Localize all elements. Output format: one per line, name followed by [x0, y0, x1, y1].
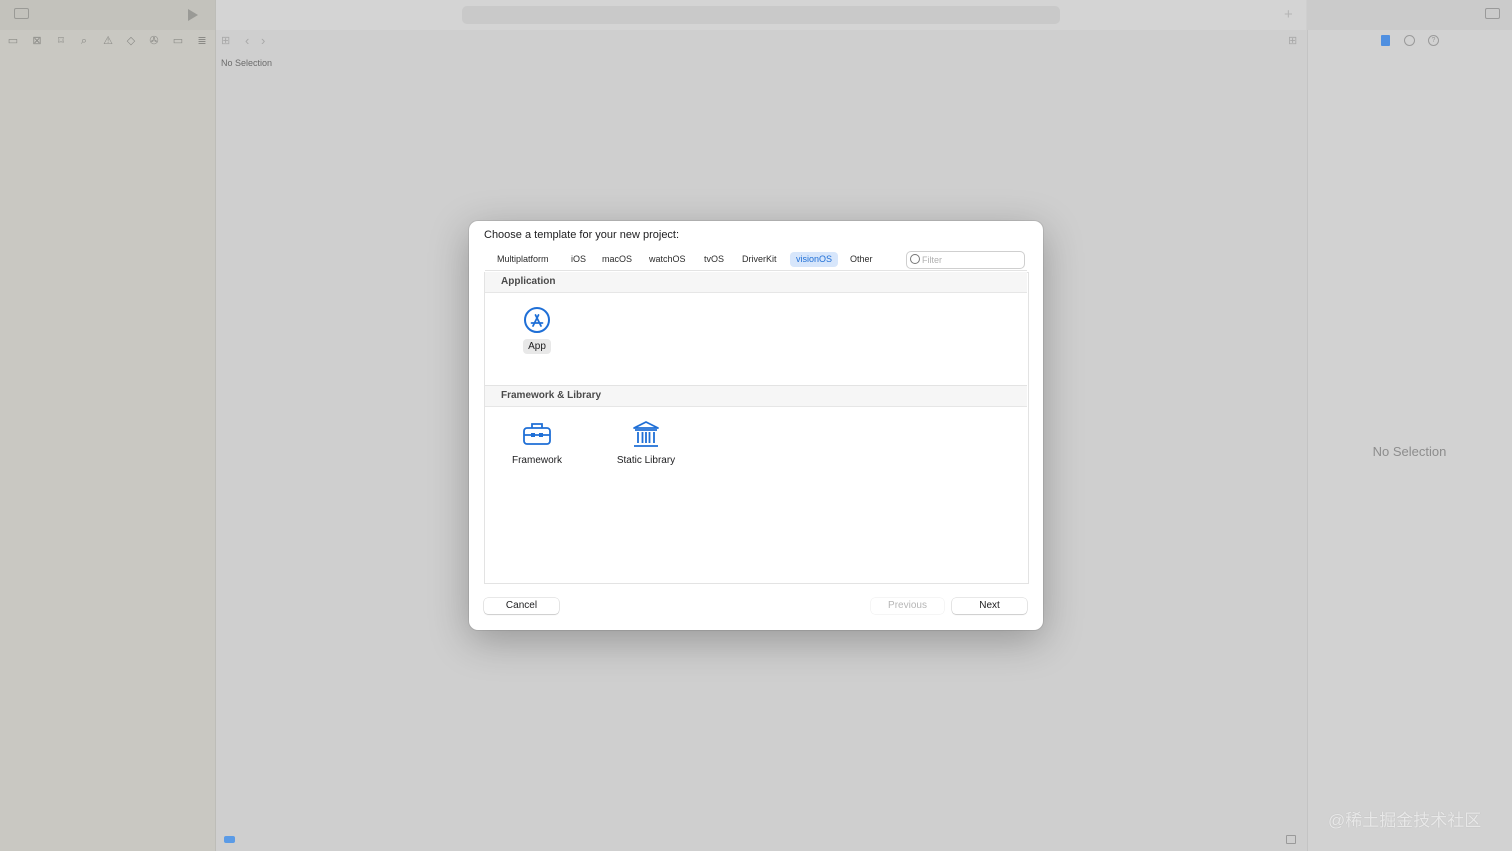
tab-macos[interactable]: macOS	[596, 252, 638, 267]
cancel-button[interactable]: Cancel	[484, 598, 559, 614]
navigator-pane	[0, 0, 216, 851]
filter-input[interactable]	[922, 253, 1017, 266]
sidebar-toggle-icon[interactable]	[14, 8, 29, 19]
template-static-library[interactable]: Static Library	[601, 419, 691, 468]
inspector-no-selection: No Selection	[1372, 444, 1447, 459]
grid-icon[interactable]: ⊞	[221, 34, 230, 47]
template-app[interactable]: App	[492, 305, 582, 354]
tab-tvos[interactable]: tvOS	[698, 252, 730, 267]
test-diamond-icon[interactable]: ◇	[124, 34, 138, 48]
template-label: Framework	[511, 455, 562, 466]
tab-visionos[interactable]: visionOS	[790, 252, 839, 267]
template-label: App	[523, 339, 551, 354]
help-icon[interactable]: ?	[1428, 35, 1439, 46]
template-framework[interactable]: Framework	[492, 419, 582, 468]
tab-driverkit[interactable]: DriverKit	[736, 252, 783, 267]
filter-icon	[910, 254, 920, 264]
jumpbar-no-selection: No Selection	[221, 58, 273, 68]
library-columns-icon	[633, 421, 659, 447]
breakpoint-icon[interactable]: ▭	[171, 34, 185, 48]
search-icon[interactable]: ⌕	[77, 34, 91, 48]
debug-icon[interactable]: ✇	[147, 34, 161, 48]
debug-area-toggle-icon[interactable]	[1286, 835, 1296, 844]
chevron-right-icon[interactable]: ›	[261, 33, 265, 48]
editor-options-icon[interactable]: ⊞	[1288, 34, 1297, 47]
previous-button[interactable]: Previous	[871, 598, 944, 614]
section-header-framework-library: Framework & Library	[485, 386, 1027, 407]
folder-icon[interactable]: ▭	[6, 34, 20, 48]
window-titlebar-left	[0, 0, 215, 30]
template-label: Static Library	[616, 455, 676, 466]
tab-other[interactable]: Other	[844, 252, 879, 267]
run-play-icon[interactable]	[188, 9, 198, 21]
watermark: @稀土掘金技术社区	[1328, 811, 1482, 830]
section-header-label: Application	[501, 276, 556, 287]
warning-icon[interactable]: ⚠	[101, 34, 115, 48]
section-header-label: Framework & Library	[501, 390, 602, 401]
filter-badge-icon[interactable]	[224, 836, 235, 843]
tab-ios[interactable]: iOS	[565, 252, 592, 267]
dialog-title: Choose a template for your new project:	[484, 229, 680, 241]
app-store-icon	[524, 307, 550, 333]
report-icon[interactable]: ≣	[195, 34, 209, 48]
window-titlebar-right	[1307, 0, 1512, 30]
inspector-pane	[1307, 0, 1512, 851]
tab-watchos[interactable]: watchOS	[643, 252, 692, 267]
add-icon[interactable]: +	[1284, 6, 1293, 23]
file-inspector-icon[interactable]	[1381, 35, 1390, 46]
activity-viewer	[462, 6, 1060, 24]
history-icon[interactable]	[1404, 35, 1415, 46]
section-header-application: Application	[485, 272, 1027, 293]
inspector-toggle-icon[interactable]	[1485, 8, 1500, 19]
source-control-icon[interactable]: ⊠	[30, 34, 44, 48]
next-button[interactable]: Next	[952, 598, 1027, 614]
chevron-left-icon[interactable]: ‹	[245, 33, 249, 48]
bookmark-icon[interactable]: ⌑	[54, 34, 68, 48]
toolbox-icon	[523, 423, 551, 445]
tab-multiplatform[interactable]: Multiplatform	[491, 252, 555, 267]
